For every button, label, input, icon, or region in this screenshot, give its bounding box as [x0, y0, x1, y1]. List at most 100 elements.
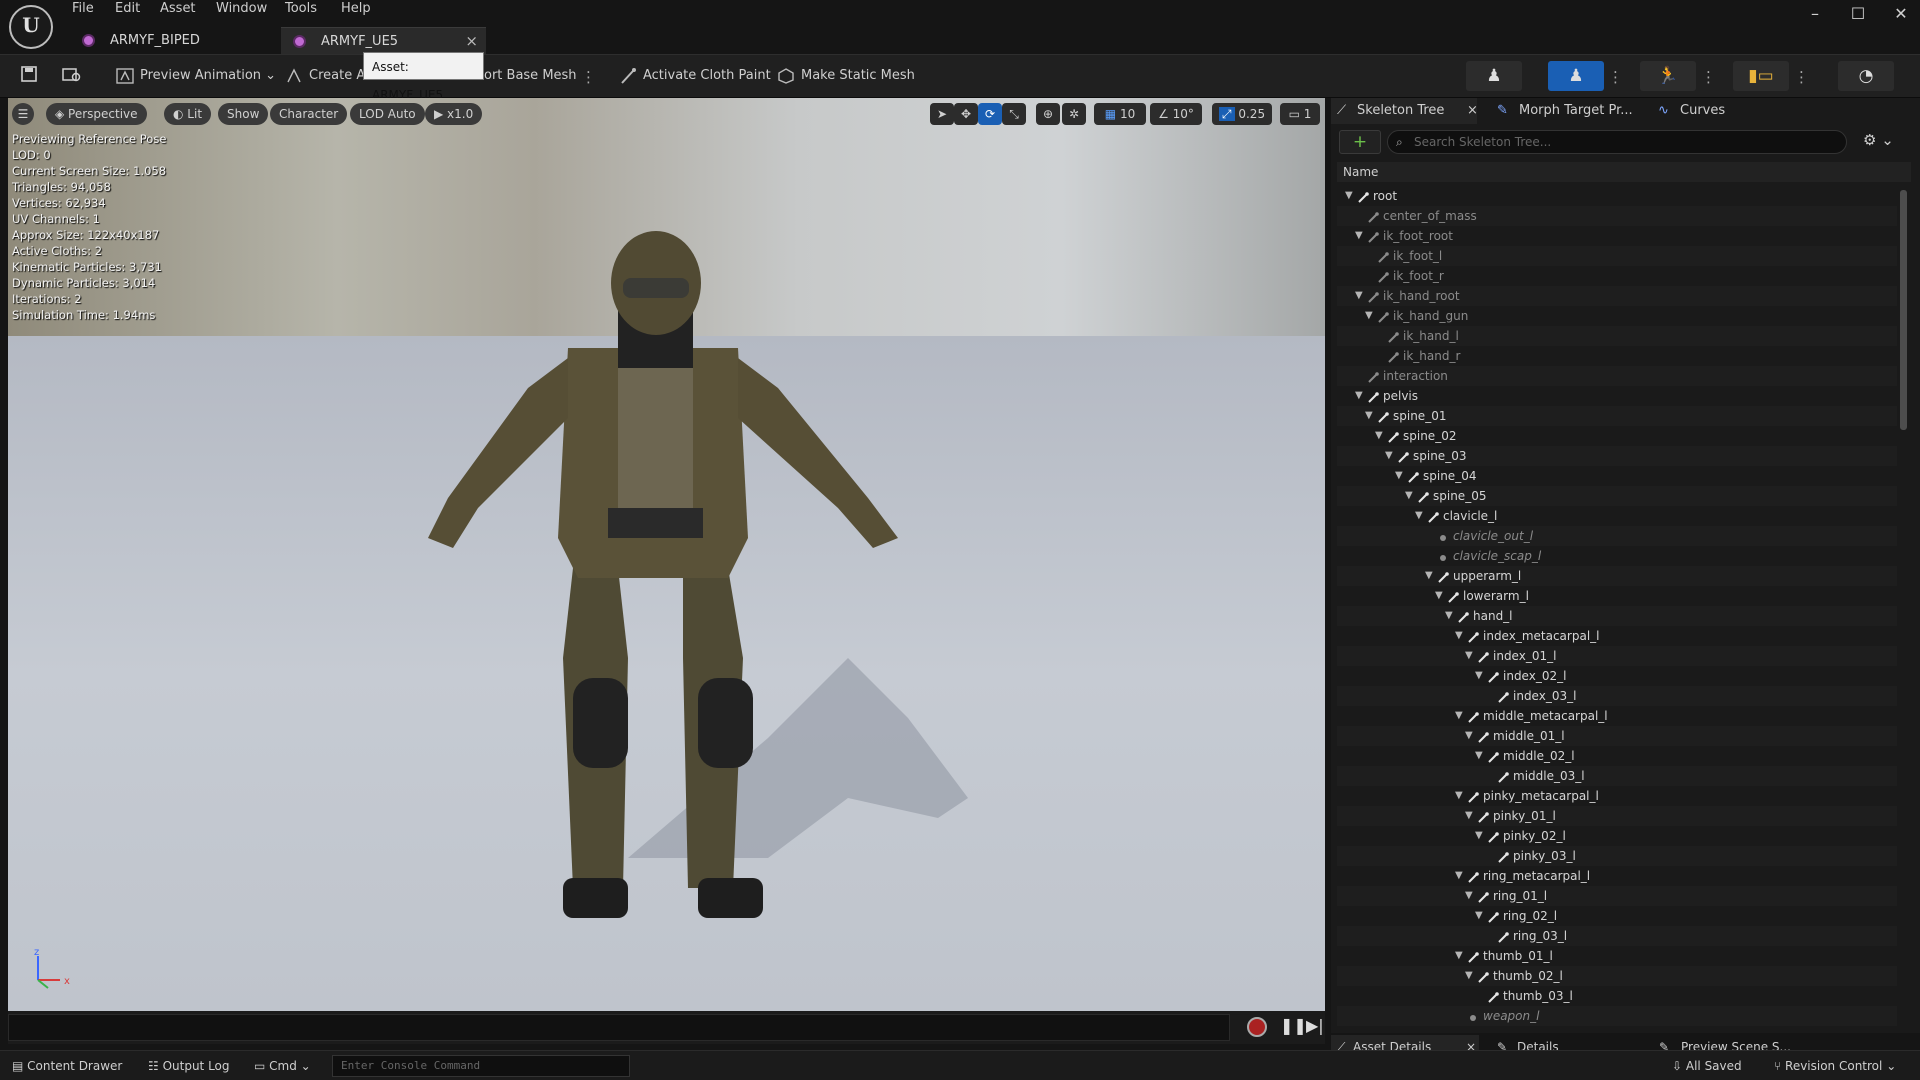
lit-button[interactable]: ◐ Lit [164, 103, 212, 125]
tree-row[interactable]: weapon_l [1337, 1006, 1897, 1026]
expand-arrow-icon[interactable]: ▼ [1365, 306, 1375, 326]
expand-arrow-icon[interactable]: ▼ [1475, 666, 1485, 686]
tree-row[interactable]: ring_03_l [1337, 926, 1897, 946]
perspective-button[interactable]: ◈ Perspective [46, 103, 147, 125]
scale-icon[interactable]: ⤡ [1002, 103, 1026, 125]
preview-animation-button[interactable]: Preview Animation ⌄ [116, 65, 276, 87]
expand-arrow-icon[interactable]: ▼ [1385, 446, 1395, 466]
expand-arrow-icon[interactable]: ▼ [1455, 786, 1465, 806]
viewport-menu-icon[interactable]: ☰ [12, 103, 34, 125]
expand-arrow-icon[interactable]: ▼ [1405, 486, 1415, 506]
timeline-track[interactable] [8, 1014, 1230, 1041]
tree-row[interactable]: pinky_03_l [1337, 846, 1897, 866]
tree-row[interactable]: middle_03_l [1337, 766, 1897, 786]
tree-row[interactable]: index_03_l [1337, 686, 1897, 706]
output-log-button[interactable]: ☷ Output Log [148, 1055, 230, 1077]
all-saved-button[interactable]: ⇩ All Saved [1672, 1055, 1742, 1077]
mesh-mode-button[interactable]: ♟ [1548, 61, 1604, 91]
tree-row[interactable]: thumb_03_l [1337, 986, 1897, 1006]
tree-row[interactable]: ▼ spine_02 [1337, 426, 1897, 446]
rotation-snap-button[interactable]: ∠ 10° [1150, 103, 1202, 125]
select-mode-icon[interactable]: ➤ [930, 103, 954, 125]
expand-arrow-icon[interactable]: ▼ [1355, 286, 1365, 306]
tree-scrollbar[interactable] [1900, 190, 1907, 430]
3d-viewport[interactable]: ☰ ◈ Perspective ◐ Lit Show Character LOD… [8, 98, 1325, 1011]
tab-close-icon[interactable]: × [465, 28, 478, 55]
tree-row[interactable]: ▼ middle_01_l [1337, 726, 1897, 746]
activate-cloth-paint-button[interactable]: Activate Cloth Paint [619, 65, 771, 87]
tab-skeleton-tree[interactable]: ⟋ Skeleton Tree × [1331, 98, 1478, 124]
expand-arrow-icon[interactable]: ▼ [1365, 406, 1375, 426]
expand-arrow-icon[interactable]: ▼ [1455, 866, 1465, 886]
menu-asset[interactable]: Asset [160, 0, 196, 18]
tree-row[interactable]: ▼ thumb_01_l [1337, 946, 1897, 966]
import-base-mesh-button[interactable]: ort Base Mesh [484, 65, 577, 87]
tab-curves[interactable]: ∿ Curves [1658, 98, 1725, 124]
tree-row[interactable]: ▼ clavicle_l [1337, 506, 1897, 526]
record-icon[interactable] [1247, 1017, 1267, 1037]
console-command-input[interactable]: Enter Console Command [332, 1055, 630, 1077]
animation-more-icon[interactable]: ⋮ [1701, 67, 1716, 87]
expand-arrow-icon[interactable]: ▼ [1465, 726, 1475, 746]
expand-arrow-icon[interactable]: ▼ [1455, 706, 1465, 726]
minimize-icon[interactable]: – [1800, 4, 1830, 24]
blueprint-more-icon[interactable]: ⋮ [1794, 67, 1809, 87]
tree-row[interactable]: ▼ ik_hand_gun [1337, 306, 1897, 326]
tab-armyf-ue5[interactable]: ARMYF_UE5 × [281, 27, 486, 54]
step-forward-icon[interactable]: ▶| [1306, 1016, 1324, 1035]
tab-armyf-biped[interactable]: ARMYF_BIPED [70, 27, 280, 54]
tree-row[interactable]: ▼ spine_05 [1337, 486, 1897, 506]
revision-control-button[interactable]: ⑂ Revision Control ⌄ [1774, 1055, 1896, 1077]
tree-row[interactable]: ▼ ik_hand_root [1337, 286, 1897, 306]
create-asset-button[interactable]: Create As [285, 65, 372, 87]
window-close-icon[interactable]: ✕ [1886, 4, 1916, 24]
search-skeleton-input[interactable]: ⌕ Search Skeleton Tree... [1387, 130, 1847, 154]
make-static-mesh-button[interactable]: Make Static Mesh [777, 65, 915, 87]
tree-row[interactable]: ik_hand_r [1337, 346, 1897, 366]
expand-arrow-icon[interactable]: ▼ [1355, 386, 1365, 406]
world-local-icon[interactable]: ⊕ [1036, 103, 1060, 125]
tree-row[interactable]: ▼ ring_metacarpal_l [1337, 866, 1897, 886]
content-drawer-button[interactable]: ▤ Content Drawer [12, 1055, 122, 1077]
unreal-logo-icon[interactable]: U [9, 5, 53, 49]
tree-row[interactable]: ▼ spine_03 [1337, 446, 1897, 466]
translate-icon[interactable]: ✥ [954, 103, 978, 125]
expand-arrow-icon[interactable]: ▼ [1475, 746, 1485, 766]
expand-arrow-icon[interactable]: ▼ [1475, 826, 1485, 846]
show-button[interactable]: Show [218, 103, 269, 125]
menu-edit[interactable]: Edit [115, 0, 140, 18]
more-options-icon[interactable]: ⋮ [581, 67, 596, 87]
expand-arrow-icon[interactable]: ▼ [1465, 886, 1475, 906]
tree-row[interactable]: clavicle_out_l [1337, 526, 1897, 546]
expand-arrow-icon[interactable]: ▼ [1345, 186, 1355, 206]
tree-row[interactable]: ▼ spine_01 [1337, 406, 1897, 426]
tree-row[interactable]: ▼ pinky_metacarpal_l [1337, 786, 1897, 806]
expand-arrow-icon[interactable]: ▼ [1395, 466, 1405, 486]
expand-arrow-icon[interactable]: ▼ [1355, 226, 1365, 246]
tree-row[interactable]: ▼ middle_metacarpal_l [1337, 706, 1897, 726]
lod-button[interactable]: LOD Auto [350, 103, 425, 125]
menu-tools[interactable]: Tools [285, 0, 317, 18]
character-model[interactable] [8, 98, 1325, 1011]
add-bone-button[interactable]: + [1339, 130, 1381, 154]
tree-row[interactable]: ik_hand_l [1337, 326, 1897, 346]
scale-snap-button[interactable]: ⤢ 0.25 [1212, 103, 1272, 125]
expand-arrow-icon[interactable]: ▼ [1475, 906, 1485, 926]
tab-close-icon[interactable]: × [1467, 98, 1478, 124]
tree-row[interactable]: ▼ ik_foot_root [1337, 226, 1897, 246]
tree-row[interactable]: ▼ ring_02_l [1337, 906, 1897, 926]
menu-help[interactable]: Help [341, 0, 371, 18]
blueprint-mode-button[interactable]: ▮▭ [1733, 61, 1789, 91]
tab-morph-target-preview[interactable]: ✎ Morph Target Pr... [1497, 98, 1633, 124]
skeleton-mode-button[interactable]: ♟ [1466, 61, 1522, 91]
physics-mode-button[interactable]: ◔ [1838, 61, 1894, 91]
surface-snap-icon[interactable]: ✲ [1062, 103, 1086, 125]
tree-row[interactable]: ik_foot_r [1337, 266, 1897, 286]
mesh-more-icon[interactable]: ⋮ [1608, 67, 1623, 87]
tree-row[interactable]: ▼ ring_01_l [1337, 886, 1897, 906]
tree-row[interactable]: ik_foot_l [1337, 246, 1897, 266]
tree-row[interactable]: interaction [1337, 366, 1897, 386]
pause-icon[interactable]: ❚❚ [1280, 1016, 1307, 1035]
save-icon[interactable] [20, 65, 38, 87]
expand-arrow-icon[interactable]: ▼ [1465, 966, 1475, 986]
